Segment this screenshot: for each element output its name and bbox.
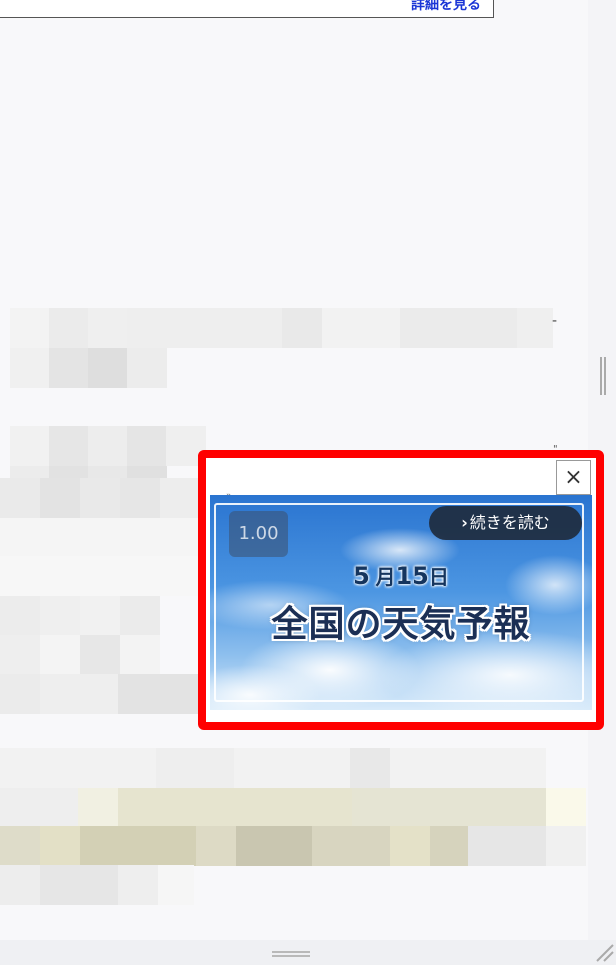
banner-title: 全国の天気予報 xyxy=(271,604,531,645)
stray-mark: - xyxy=(552,313,558,329)
read-more-button[interactable]: › 続きを読む xyxy=(429,506,582,540)
read-more-label: 続きを読む xyxy=(469,513,550,532)
details-box: 詳細を見る xyxy=(0,0,494,18)
date-month: 5 xyxy=(353,562,370,590)
resize-icon[interactable] xyxy=(594,942,614,962)
date-month-unit: 月 xyxy=(375,565,396,589)
date-day: 15 xyxy=(395,562,429,590)
close-button[interactable]: × xyxy=(556,460,591,495)
date-label: 5 月15日 xyxy=(210,561,592,590)
details-link[interactable]: 詳細を見る xyxy=(411,0,481,14)
chevron-right-icon: › xyxy=(461,513,468,532)
weather-ad-banner[interactable]: 1.00 › 続きを読む 5 月15日 全国の天気予報 xyxy=(210,495,592,710)
date-day-unit: 日 xyxy=(428,565,449,589)
playback-speed-badge[interactable]: 1.00 xyxy=(229,511,288,557)
drag-handle[interactable] xyxy=(272,951,310,957)
scrollbar-grip[interactable] xyxy=(600,357,606,395)
